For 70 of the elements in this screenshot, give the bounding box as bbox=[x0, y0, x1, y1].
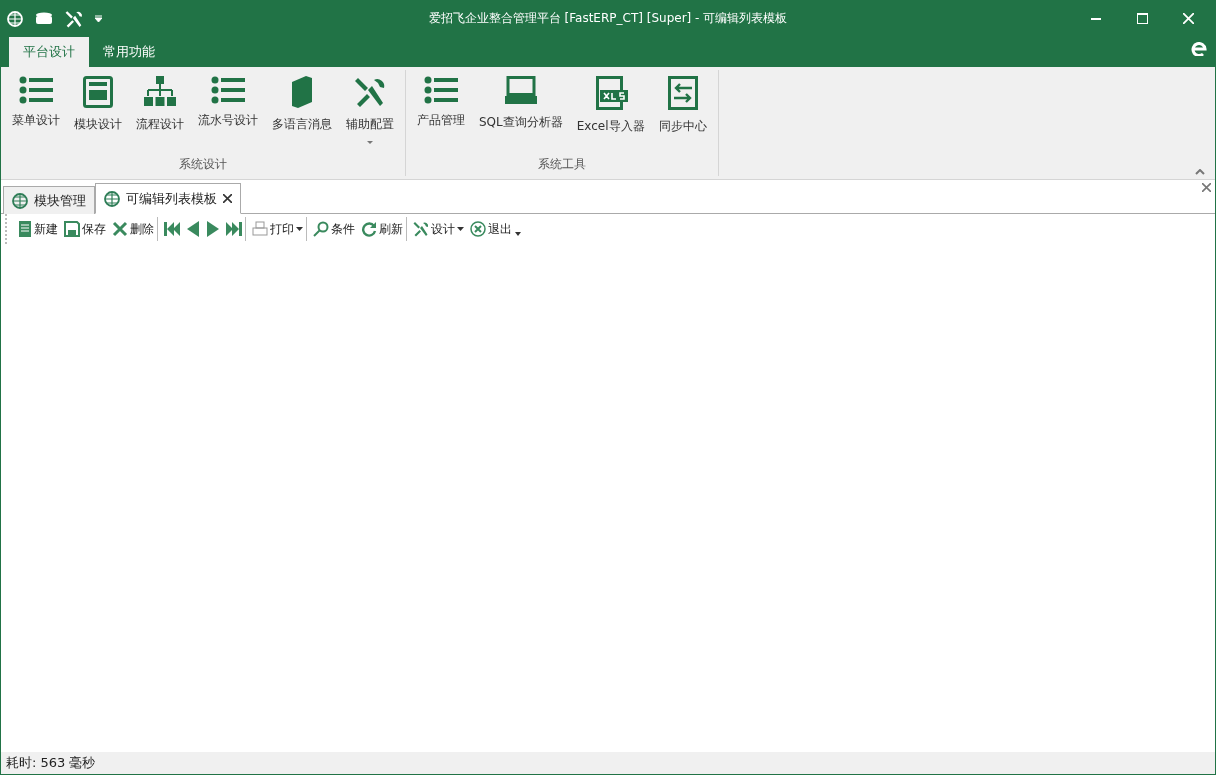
calculator-icon bbox=[83, 76, 113, 108]
quick-access-button[interactable] bbox=[93, 13, 104, 24]
ribbon-tab[interactable]: 平台设计 bbox=[9, 37, 89, 67]
list-icon bbox=[211, 76, 245, 104]
list-icon bbox=[424, 76, 458, 104]
save-icon bbox=[64, 221, 80, 237]
toolbar-button[interactable]: 退出 bbox=[467, 217, 515, 241]
close-button[interactable] bbox=[1202, 183, 1211, 192]
toolbar-button[interactable]: 删除 bbox=[109, 217, 158, 241]
refresh-icon bbox=[361, 221, 377, 237]
toolbar-button[interactable] bbox=[223, 217, 246, 241]
swap-arrows-icon bbox=[667, 76, 698, 110]
caret-icon bbox=[367, 141, 373, 144]
ribbon-button[interactable]: SQL查询分析器 bbox=[472, 70, 570, 154]
ribbon-button[interactable]: 辅助配置 bbox=[339, 70, 401, 154]
toolbar-button[interactable]: 打印 bbox=[249, 217, 307, 241]
overflow-caret-icon bbox=[515, 232, 521, 236]
caret-icon bbox=[457, 227, 464, 231]
window-title: 爱招飞企业整合管理平台 [FastERP_CT] [Super] - 可编辑列表模板 bbox=[427, 10, 789, 27]
ribbon-button[interactable]: 模块设计 bbox=[67, 70, 129, 154]
ribbon-button[interactable]: 同步中心 bbox=[651, 70, 714, 154]
close-icon bbox=[1182, 13, 1194, 24]
caret-icon bbox=[296, 227, 303, 231]
collapse-ribbon-button[interactable] bbox=[1195, 169, 1205, 175]
printer-icon bbox=[252, 221, 268, 237]
ribbon-button[interactable]: 多语言消息 bbox=[265, 70, 339, 154]
maximize-icon bbox=[1136, 13, 1148, 24]
previous-icon bbox=[186, 221, 200, 237]
computer-icon bbox=[503, 76, 538, 106]
search-icon bbox=[313, 221, 329, 237]
document-tab[interactable]: 模块管理 bbox=[3, 186, 95, 214]
logo-icon bbox=[1191, 42, 1207, 56]
globe-icon bbox=[7, 10, 23, 27]
document-tab[interactable]: 可编辑列表模板 bbox=[95, 183, 241, 214]
hierarchy-icon bbox=[143, 76, 177, 108]
status-text: 耗时: 563 毫秒 bbox=[6, 754, 96, 772]
minimize-icon bbox=[1091, 17, 1101, 20]
next-icon bbox=[206, 221, 220, 237]
last-record-icon bbox=[226, 222, 242, 236]
ribbon-button[interactable]: 流水号设计 bbox=[191, 70, 265, 154]
ribbon-tab[interactable]: 常用功能 bbox=[89, 37, 169, 67]
ribbon-button[interactable]: Excel导入器 bbox=[569, 70, 652, 154]
first-record-icon bbox=[164, 222, 180, 236]
ribbon-button[interactable]: 流程设计 bbox=[129, 70, 191, 154]
group-title: 系统工具 bbox=[536, 156, 587, 173]
chevron-up-icon bbox=[1195, 169, 1205, 175]
globe-icon bbox=[104, 190, 120, 207]
exit-icon bbox=[470, 221, 486, 237]
tools-icon bbox=[354, 76, 386, 108]
dropdown-arrow-icon bbox=[95, 15, 102, 22]
ribbon-button[interactable]: 菜单设计 bbox=[5, 70, 67, 154]
database-icon bbox=[35, 11, 53, 26]
close-icon bbox=[112, 221, 128, 237]
book-icon bbox=[290, 76, 314, 108]
ribbon-button[interactable]: 产品管理 bbox=[410, 70, 472, 154]
tools-icon bbox=[413, 221, 429, 237]
globe-icon bbox=[12, 192, 28, 209]
group-title: 系统设计 bbox=[178, 156, 228, 173]
toolbar-button[interactable]: 保存 bbox=[61, 217, 109, 241]
toolbar-button[interactable]: 设计 bbox=[410, 217, 467, 241]
close-icon bbox=[223, 194, 232, 203]
tools-icon bbox=[65, 9, 83, 28]
close-icon bbox=[1202, 183, 1211, 192]
toolbar-button[interactable]: 新建 bbox=[15, 217, 61, 241]
toolbar-button[interactable]: 条件 bbox=[310, 217, 358, 241]
spreadsheet-icon bbox=[593, 76, 628, 110]
quick-access-button[interactable] bbox=[5, 8, 25, 29]
list-icon bbox=[19, 76, 53, 104]
document-icon bbox=[18, 221, 32, 237]
toolbar-button[interactable]: 刷新 bbox=[358, 217, 407, 241]
